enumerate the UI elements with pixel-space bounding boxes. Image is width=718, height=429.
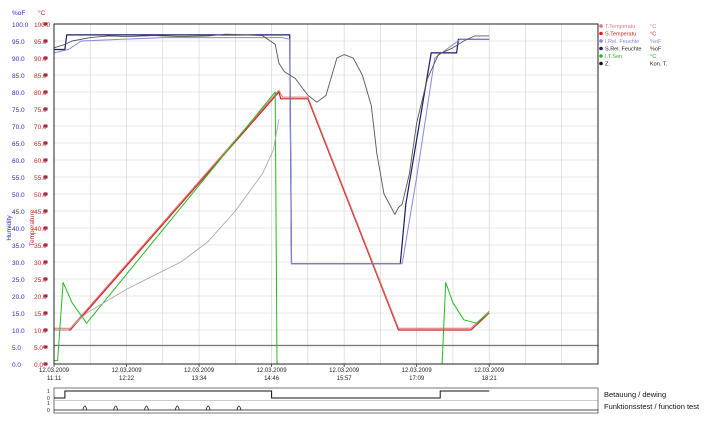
legend-marker: [599, 46, 603, 51]
temperature-tick-marker: [43, 73, 47, 77]
x-tick-date: 12.03.2009: [257, 368, 288, 374]
temperature-tick-marker: [43, 277, 47, 281]
legend-unit: %oF: [650, 39, 662, 45]
humidity-tick-label: 75.0: [12, 107, 25, 114]
legend-unit: °C: [650, 32, 656, 38]
x-tick-time: 11:11: [47, 376, 62, 382]
temperature-tick-marker: [43, 209, 47, 213]
humidity-tick-label: 95.0: [12, 39, 25, 46]
legend-marker: [599, 24, 603, 28]
humidity-tick-label: 50.0: [12, 192, 25, 199]
humidity-tick-label: 90.0: [12, 56, 25, 63]
legend-name: I.T.Sen: [605, 54, 622, 60]
humidity-tick-label: 30.0: [12, 260, 25, 267]
legend-name: S.Temperatu: [605, 32, 636, 38]
x-tick-time: 15:57: [337, 376, 353, 382]
x-tick-time: 17:09: [409, 376, 425, 382]
humidity-tick-label: 60.0: [12, 158, 25, 165]
humidity-tick-label: 80.0: [12, 90, 25, 97]
temperature-tick-marker: [43, 56, 47, 60]
legend-name: S.Rel. Feuchte: [605, 47, 641, 53]
temperature-tick-label: 100.0: [34, 22, 51, 29]
temperature-tick-marker: [43, 243, 47, 247]
chart-svg: 100.0 100.095.0 95.090.0 90.085.0 85.080.0 80…: [0, 0, 718, 424]
temperature-axis-title: Temperature: [29, 209, 36, 246]
humidity-tick-label: 35.0: [12, 243, 25, 250]
bottom-row-tick-low: 0: [47, 408, 50, 414]
legend-unit: °C: [650, 54, 656, 60]
temperature-tick-marker: [43, 311, 47, 315]
legend-name: T.Temperatu: [605, 24, 635, 30]
temperature-tick-marker: [43, 345, 47, 349]
bottom-row-label: Funktionsstest / function test: [604, 402, 700, 411]
x-tick-date: 12.03.2009: [402, 368, 433, 374]
temperature-tick-marker: [43, 90, 47, 94]
humidity-tick-label: 10.0: [12, 328, 25, 335]
x-tick-date: 12.03.2009: [112, 368, 143, 374]
humidity-tick-label: 100.0: [12, 22, 29, 29]
legend-name: I.Rel. Feuchte: [605, 39, 639, 45]
x-tick-time: 13:34: [192, 376, 208, 382]
humidity-tick-label: 0.0: [12, 362, 21, 369]
x-tick-time: 14:46: [264, 376, 280, 382]
humidity-tick-label: 15.0: [12, 311, 25, 318]
bottom-row-tick-high: 1: [47, 389, 50, 395]
x-tick-time: 18:21: [482, 376, 498, 382]
temperature-tick-marker: [43, 328, 47, 332]
legend-marker: [599, 31, 603, 36]
humidity-tick-label: 55.0: [12, 175, 25, 182]
legend-unit: %oF: [650, 47, 662, 53]
legend-marker: [599, 39, 603, 43]
temperature-tick-marker: [43, 362, 47, 366]
temperature-tick-marker: [43, 39, 47, 43]
humidity-tick-label: 65.0: [12, 141, 25, 148]
legend-marker: [599, 61, 603, 66]
chart-root: 100.0 100.0 95.0 95.0 90.0 90.0 85.0 85.0 80.0 80…: [0, 0, 718, 424]
temperature-tick-marker: [43, 294, 47, 298]
temperature-tick-marker: [43, 158, 47, 162]
humidity-tick-label: 45.0: [12, 209, 25, 216]
temperature-tick-marker: [43, 107, 47, 111]
temperature-tick-marker: [43, 260, 47, 264]
bottom-row-tick-high: 1: [47, 401, 50, 407]
temperature-unit-label: °C: [38, 9, 46, 17]
humidity-tick-label: 25.0: [12, 277, 25, 284]
humidity-tick-label: 70.0: [12, 124, 25, 131]
legend-unit: °C: [650, 24, 656, 30]
humidity-tick-label: 5.0: [12, 345, 21, 352]
legend-marker: [599, 54, 603, 58]
grid-layer: [53, 23, 599, 365]
humidity-tick-label: 40.0: [12, 226, 25, 233]
temperature-tick-marker: [43, 141, 47, 145]
temperature-tick-marker: [43, 175, 47, 179]
bottom-row-label: Betauung / dewing: [604, 390, 666, 399]
temperature-tick-marker: [43, 22, 47, 26]
temperature-tick-label: 5.0: [34, 345, 43, 352]
x-tick-date: 12.03.2009: [474, 368, 505, 374]
humidity-unit-label: %oF: [12, 10, 25, 17]
temperature-tick-marker: [43, 226, 47, 230]
temperature-tick-marker: [43, 124, 47, 128]
x-tick-date: 12.03.2009: [39, 368, 70, 374]
x-tick-time: 12:22: [119, 376, 135, 382]
x-tick-date: 12.03.2009: [184, 368, 215, 374]
chart-background: [0, 0, 718, 424]
x-tick-date: 12.03.2009: [329, 368, 360, 374]
legend-name: Z.: [605, 62, 610, 68]
humidity-tick-label: 20.0: [12, 294, 25, 301]
temperature-tick-marker: [43, 192, 47, 196]
humidity-tick-label: 85.0: [12, 73, 25, 80]
legend-unit: Kon. T.: [650, 62, 667, 68]
humidity-axis-title: Humidity: [6, 215, 13, 241]
